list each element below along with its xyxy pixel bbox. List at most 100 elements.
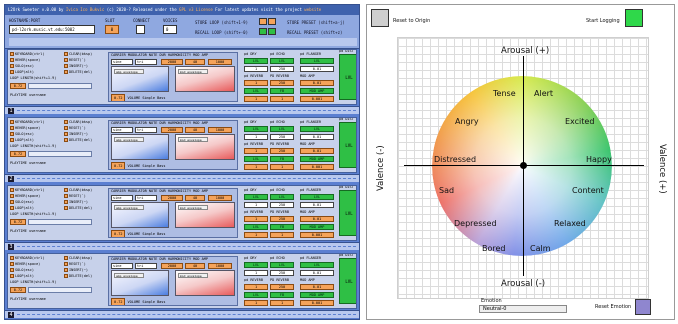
- loop-strip[interactable]: 2: [5, 174, 359, 182]
- row-check-2[interactable]: DELETE(del): [64, 70, 104, 75]
- amp-envelope[interactable]: amp envelope: [111, 134, 169, 160]
- loop-length-slider[interactable]: [28, 287, 92, 293]
- fx-mod-value[interactable]: 1: [270, 300, 294, 306]
- fx-mod-value[interactable]: 0.001: [300, 300, 334, 306]
- checkbox-icon[interactable]: [64, 200, 68, 204]
- fx-param[interactable]: 0.01: [300, 148, 334, 154]
- checkbox-icon[interactable]: [64, 58, 68, 62]
- fx-mod-button[interactable]: FB: [270, 224, 294, 230]
- row-check-2[interactable]: RESET(`): [64, 126, 104, 131]
- recall-loop-button[interactable]: [259, 28, 267, 35]
- fx-value[interactable]: 250: [270, 202, 294, 208]
- fx-level-button[interactable]: LVL: [300, 126, 334, 132]
- checkbox-icon[interactable]: [64, 52, 68, 56]
- modulator-select[interactable]: tri: [135, 263, 157, 269]
- modulator-select[interactable]: tri: [135, 195, 157, 201]
- checkbox-icon[interactable]: [10, 126, 14, 130]
- fx-mod-button[interactable]: LVL: [244, 156, 268, 162]
- checkbox-icon[interactable]: [10, 274, 14, 278]
- carrier-select[interactable]: sine: [111, 127, 133, 133]
- checkbox-icon[interactable]: [10, 132, 14, 136]
- cursor-dot[interactable]: [520, 162, 527, 169]
- amp-envelope[interactable]: amp envelope: [111, 202, 169, 228]
- fx-mod-button[interactable]: FB: [270, 292, 294, 298]
- checkbox-icon[interactable]: [10, 200, 14, 204]
- amp-envelope[interactable]: amp envelope: [111, 66, 169, 92]
- fx-mod-button[interactable]: MOD AMP: [300, 88, 334, 94]
- dist-level-button[interactable]: LVL: [339, 122, 356, 168]
- mod-amp-input[interactable]: 1000: [208, 263, 232, 269]
- loop-length-value[interactable]: 0.72: [10, 287, 26, 293]
- checkbox-icon[interactable]: [10, 194, 14, 198]
- fx-value[interactable]: 250: [270, 134, 294, 140]
- checkbox-icon[interactable]: [64, 70, 68, 74]
- checkbox-icon[interactable]: [10, 138, 14, 142]
- reset-emotion-button[interactable]: [635, 299, 651, 315]
- checkbox-icon[interactable]: [10, 256, 14, 260]
- fx-mod-value[interactable]: 0.001: [300, 164, 334, 170]
- modulator-select[interactable]: tri: [135, 127, 157, 133]
- fx-mod-value[interactable]: 0.001: [300, 96, 334, 102]
- volume-value[interactable]: 0.72: [111, 230, 126, 237]
- loop-length-slider[interactable]: [28, 151, 92, 157]
- fx-mod-button[interactable]: LVL: [244, 224, 268, 230]
- dist-level-button[interactable]: LVL: [339, 190, 356, 236]
- checkbox-icon[interactable]: [10, 120, 14, 124]
- fx-param[interactable]: 0.01: [300, 284, 334, 290]
- row-check-2[interactable]: INSERT(~): [64, 268, 104, 273]
- fx-param[interactable]: 0.01: [300, 216, 334, 222]
- note-dur-input[interactable]: 2000: [161, 263, 183, 269]
- row-check[interactable]: HEHER(space): [10, 126, 60, 131]
- fx-level-button[interactable]: LVL: [244, 262, 268, 268]
- fx-mod-value[interactable]: 1: [244, 164, 268, 170]
- mod-envelope[interactable]: mod envelope: [175, 202, 235, 228]
- fx-mod-value[interactable]: 1: [270, 232, 294, 238]
- fx-param[interactable]: 0.01: [300, 80, 334, 86]
- carrier-select[interactable]: sine: [111, 263, 133, 269]
- row-check[interactable]: HEHER(space): [10, 194, 60, 199]
- fx-mod-value[interactable]: 1: [244, 232, 268, 238]
- fx-mod-value[interactable]: 1: [270, 96, 294, 102]
- loop-length-value[interactable]: 0.72: [10, 219, 26, 225]
- volume-value[interactable]: 0.72: [111, 94, 126, 101]
- checkbox-icon[interactable]: [64, 120, 68, 124]
- row-check[interactable]: SOLO(esc): [10, 132, 60, 137]
- row-check-2[interactable]: DELETE(del): [64, 274, 104, 279]
- amp-envelope[interactable]: amp envelope: [111, 270, 169, 296]
- checkbox-icon[interactable]: [64, 262, 68, 266]
- fx-level-button[interactable]: LVL: [300, 194, 334, 200]
- checkbox-icon[interactable]: [10, 70, 14, 74]
- checkbox-icon[interactable]: [64, 126, 68, 130]
- row-check[interactable]: SOLO(esc): [10, 64, 60, 69]
- row-check[interactable]: LOOP(alt): [10, 138, 60, 143]
- note-dur-input[interactable]: 2000: [161, 59, 183, 65]
- mod-amp-input[interactable]: 1000: [208, 59, 232, 65]
- fx-mod-button[interactable]: MOD AMP: [300, 156, 334, 162]
- fx-value[interactable]: 1: [244, 134, 268, 140]
- fx-level-button[interactable]: LVL: [244, 58, 268, 64]
- fx-level-button[interactable]: LVL: [270, 126, 294, 132]
- row-check[interactable]: KEYBOARD(ctrl): [10, 256, 60, 261]
- fx-value[interactable]: 250: [270, 270, 294, 276]
- connect-toggle[interactable]: [136, 25, 145, 34]
- reset-origin-button[interactable]: [371, 9, 389, 27]
- store-loop-button[interactable]: [259, 18, 267, 25]
- row-check-2[interactable]: INSERT(~): [64, 200, 104, 205]
- volume-value[interactable]: 0.72: [111, 298, 126, 305]
- website-link[interactable]: website: [304, 7, 321, 12]
- fx-mod-button[interactable]: FB: [270, 88, 294, 94]
- row-check-2[interactable]: DELETE(del): [64, 138, 104, 143]
- harmonicity-input[interactable]: 40: [185, 195, 205, 201]
- hostname-input[interactable]: pd-l2ork.music.vt.edu:5002: [9, 25, 95, 34]
- mod-envelope[interactable]: mod envelope: [175, 134, 235, 160]
- license-link[interactable]: GPL v3 License: [179, 7, 213, 12]
- harmonicity-input[interactable]: 40: [185, 127, 205, 133]
- loop-length-slider[interactable]: [28, 83, 92, 89]
- author-link[interactable]: Ivica Ico Bukvic: [66, 7, 105, 12]
- fx-param[interactable]: 1: [244, 148, 268, 154]
- fx-mod-button[interactable]: LVL: [244, 88, 268, 94]
- row-check-2[interactable]: CLEAR(bksp): [64, 256, 104, 261]
- checkbox-icon[interactable]: [10, 58, 14, 62]
- dist-level-button[interactable]: LVL: [339, 54, 356, 100]
- checkbox-icon[interactable]: [64, 188, 68, 192]
